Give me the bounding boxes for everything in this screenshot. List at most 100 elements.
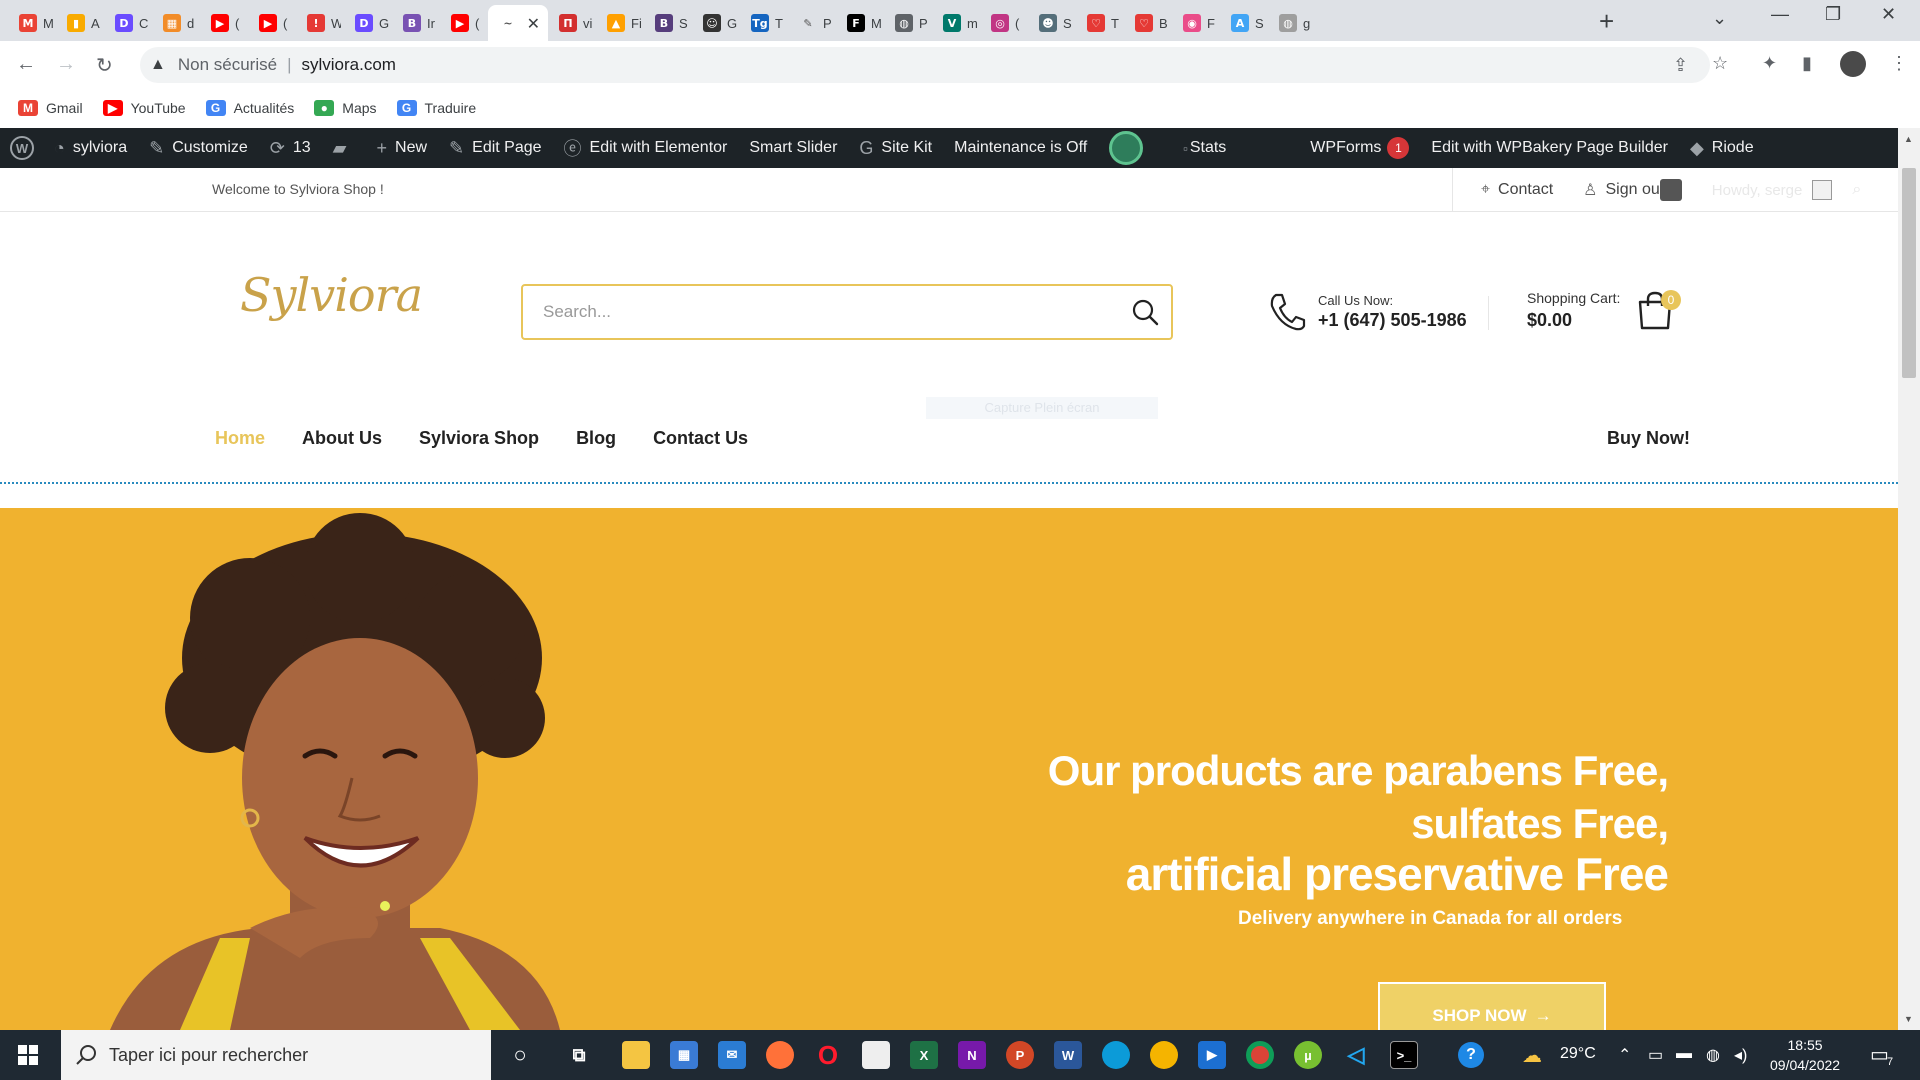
excel-icon[interactable]: X xyxy=(910,1041,938,1069)
file-icon[interactable] xyxy=(862,1041,890,1069)
browser-tab[interactable]: MM xyxy=(8,5,56,41)
scroll-up-icon[interactable]: ▲ xyxy=(1904,134,1913,144)
nav-contact-us[interactable]: Contact Us xyxy=(653,428,748,449)
buy-now-link[interactable]: Buy Now! xyxy=(1607,428,1690,449)
store-icon[interactable]: ▦ xyxy=(670,1041,698,1069)
browser-tab[interactable]: ♡ B xyxy=(1124,5,1172,41)
wp-riode[interactable]: ◆ Riode xyxy=(1690,138,1754,159)
browser-tab[interactable]: DG xyxy=(344,5,392,41)
bookmark-item[interactable]: M Gmail xyxy=(18,100,83,116)
star-icon[interactable]: ☆ xyxy=(1712,53,1728,74)
video-editor-icon[interactable]: ▶ xyxy=(1198,1041,1226,1069)
browser-tab[interactable]: ◎( xyxy=(980,5,1028,41)
browser-tab[interactable]: ◉ F xyxy=(1172,5,1220,41)
tray-chevron-icon[interactable]: ⌃ xyxy=(1618,1045,1631,1065)
url-text[interactable]: sylviora.com xyxy=(301,55,395,75)
meet-icon[interactable]: ▭ xyxy=(1648,1045,1663,1065)
browser-tab[interactable]: ▦ d xyxy=(152,5,200,41)
new-tab-button[interactable]: + xyxy=(1599,7,1614,35)
opera-icon[interactable]: O xyxy=(814,1040,842,1070)
browser-tab[interactable]: ☻ S xyxy=(1028,5,1076,41)
firefox-icon[interactable] xyxy=(766,1041,794,1069)
nav-sylviora-shop[interactable]: Sylviora Shop xyxy=(419,428,539,449)
browser-tab[interactable]: ▶( xyxy=(248,5,296,41)
browser-tab[interactable]: BS xyxy=(644,5,692,41)
shop-now-button[interactable]: SHOP NOW → xyxy=(1378,982,1606,1030)
extensions-icon[interactable]: ✦ xyxy=(1762,53,1777,74)
cart-block[interactable]: Shopping Cart: $0.00 xyxy=(1527,290,1620,331)
wp-elementor[interactable]: ⓔ Edit with Elementor xyxy=(564,135,728,161)
wp-customize[interactable]: ✎ Customize xyxy=(149,138,248,159)
file-explorer-icon[interactable] xyxy=(622,1041,650,1069)
scroll-down-icon[interactable]: ▼ xyxy=(1904,1014,1913,1024)
word-icon[interactable]: W xyxy=(1054,1041,1082,1069)
weather-temp[interactable]: 29°C xyxy=(1560,1045,1596,1063)
menu-kebab-icon[interactable]: ⋮ xyxy=(1890,53,1908,74)
browser-tab[interactable]: AS xyxy=(1220,5,1268,41)
howdy-text[interactable]: Howdy, serge xyxy=(1712,182,1803,199)
taskbar-clock[interactable]: 18:55 09/04/2022 xyxy=(1770,1035,1840,1075)
task-view-icon[interactable]: ⧉ xyxy=(565,1041,593,1069)
chrome-icon[interactable] xyxy=(1246,1041,1274,1069)
mail-icon[interactable]: ✉ xyxy=(718,1041,746,1069)
browser-tab[interactable]: ▶( xyxy=(440,5,488,41)
volume-icon[interactable]: ◂) xyxy=(1734,1045,1747,1065)
wp-new[interactable]: + New xyxy=(377,138,428,159)
browser-tab[interactable]: ◍ P xyxy=(884,5,932,41)
wp-maintenance[interactable]: Maintenance is Off xyxy=(954,139,1087,157)
browser-tab[interactable]: ☺ G xyxy=(692,5,740,41)
forward-icon[interactable]: → xyxy=(56,53,76,76)
chat-bubble-icon[interactable] xyxy=(1659,179,1682,201)
bookmark-item[interactable]: ▶ YouTube xyxy=(102,100,186,116)
bookmark-item[interactable]: G Actualités xyxy=(205,100,294,116)
wp-stats[interactable]: ▫ Stats xyxy=(1183,139,1226,157)
browser-tab[interactable]: B Ir xyxy=(392,5,440,41)
wp-plugin-badge[interactable] xyxy=(1109,131,1144,165)
browser-tab[interactable]: ~ ✕ xyxy=(488,5,548,41)
nav-home[interactable]: Home xyxy=(215,428,265,449)
maximize-button[interactable]: ❐ xyxy=(1825,4,1841,25)
wp-comments[interactable]: ▰ xyxy=(333,138,355,159)
browser-tab[interactable]: ▮ A xyxy=(56,5,104,41)
browser-tab[interactable]: ◍ g xyxy=(1268,5,1316,41)
browser-tab[interactable]: Tg T xyxy=(740,5,788,41)
bookmark-item[interactable]: G Traduire xyxy=(396,100,476,116)
browser-tab[interactable]: Vm xyxy=(932,5,980,41)
site-logo[interactable]: Sylviora xyxy=(240,268,423,322)
back-icon[interactable]: ← xyxy=(16,53,36,76)
tab-search-icon[interactable]: ⌄ xyxy=(1712,8,1727,29)
contact-link[interactable]: Contact xyxy=(1498,181,1553,199)
browser-tab[interactable]: FM xyxy=(836,5,884,41)
omnibox[interactable]: ▲ Non sécurisé | sylviora.com ⇪ xyxy=(140,47,1710,83)
nav-about-us[interactable]: About Us xyxy=(302,428,382,449)
profile-avatar[interactable] xyxy=(1840,51,1866,77)
wordpress-logo[interactable]: W xyxy=(10,136,34,160)
wp-updates[interactable]: ⟳ 13 xyxy=(270,138,311,159)
call-number[interactable]: +1 (647) 505-1986 xyxy=(1318,310,1467,331)
cortana-icon[interactable]: ○ xyxy=(506,1041,534,1069)
browser-tab[interactable]: Пvi xyxy=(548,5,596,41)
help-icon[interactable]: ? xyxy=(1458,1042,1484,1068)
sign-out-link[interactable]: Sign ou xyxy=(1606,181,1660,199)
wp-wpbakery[interactable]: Edit with WPBakery Page Builder xyxy=(1431,139,1668,157)
browser-tab[interactable]: DC xyxy=(104,5,152,41)
browser-tab[interactable]: ! W xyxy=(296,5,344,41)
security-label[interactable]: Non sécurisé xyxy=(178,55,277,75)
wp-site-name[interactable]: ◔ sylviora xyxy=(54,138,127,159)
wp-site-kit[interactable]: G Site Kit xyxy=(859,138,932,159)
battery-icon[interactable]: ▬ xyxy=(1676,1045,1692,1063)
bookmark-item[interactable]: ● Maps xyxy=(314,100,377,116)
browser-tab[interactable]: ✎ P xyxy=(788,5,836,41)
close-window-button[interactable]: ✕ xyxy=(1881,4,1896,25)
close-tab-icon[interactable]: ✕ xyxy=(527,14,540,34)
wp-edit-page[interactable]: ✎ Edit Page xyxy=(449,138,541,159)
edge-icon[interactable] xyxy=(1102,1041,1130,1069)
wp-wpforms[interactable]: WPForms 1 xyxy=(1310,137,1410,159)
page-scrollbar[interactable]: ▲ ▼ xyxy=(1898,128,1920,1030)
browser-tab[interactable]: ♡ T xyxy=(1076,5,1124,41)
search-input[interactable]: Search... xyxy=(521,284,1173,340)
minimize-button[interactable]: — xyxy=(1771,4,1789,25)
browser-tab[interactable]: ▲ Fi xyxy=(596,5,644,41)
vscode-icon[interactable]: ◁ xyxy=(1342,1041,1370,1069)
wp-smart-slider[interactable]: Smart Slider xyxy=(749,139,837,157)
